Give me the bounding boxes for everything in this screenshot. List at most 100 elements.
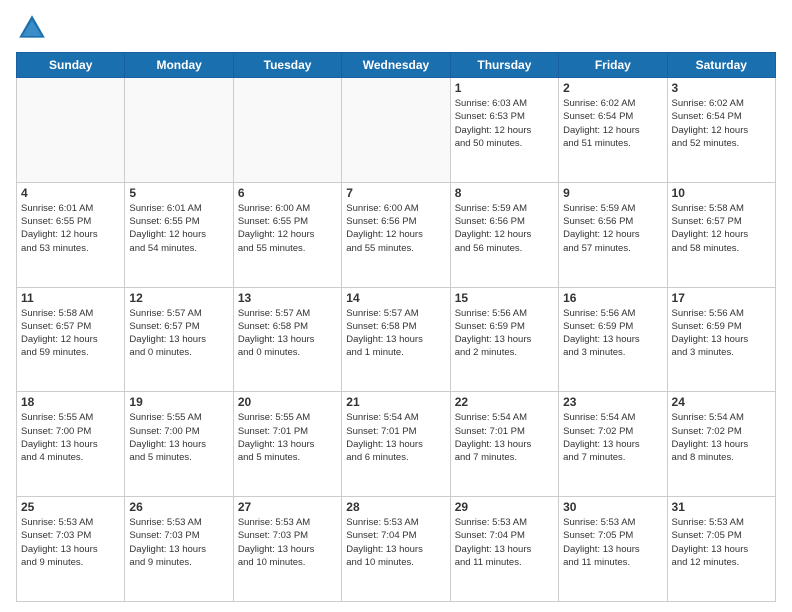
- day-number: 28: [346, 500, 445, 514]
- day-number: 13: [238, 291, 337, 305]
- calendar-cell: 19 Sunrise: 5:55 AM Sunset: 7:00 PM Dayli…: [125, 392, 233, 497]
- calendar-week-row: 25 Sunrise: 5:53 AM Sunset: 7:03 PM Dayli…: [17, 497, 776, 602]
- calendar-cell: 17 Sunrise: 5:56 AM Sunset: 6:59 PM Dayli…: [667, 287, 775, 392]
- calendar-cell: 3 Sunrise: 6:02 AM Sunset: 6:54 PM Daylig…: [667, 78, 775, 183]
- calendar-cell: 30 Sunrise: 5:53 AM Sunset: 7:05 PM Dayli…: [559, 497, 667, 602]
- calendar-cell: 23 Sunrise: 5:54 AM Sunset: 7:02 PM Dayli…: [559, 392, 667, 497]
- day-number: 21: [346, 395, 445, 409]
- day-number: 20: [238, 395, 337, 409]
- day-number: 27: [238, 500, 337, 514]
- calendar-cell: 14 Sunrise: 5:57 AM Sunset: 6:58 PM Dayli…: [342, 287, 450, 392]
- calendar-cell: 2Sunrise: 6:02 AM Sunset: 6:54 PM Daylig…: [559, 78, 667, 183]
- day-info: Sunrise: 5:53 AM Sunset: 7:03 PM Dayligh…: [238, 516, 337, 569]
- day-info: Sunrise: 5:59 AM Sunset: 6:56 PM Dayligh…: [455, 202, 554, 255]
- day-number: 18: [21, 395, 120, 409]
- calendar-cell: 29 Sunrise: 5:53 AM Sunset: 7:04 PM Dayli…: [450, 497, 558, 602]
- day-info: Sunrise: 6:02 AM Sunset: 6:54 PM Dayligh…: [672, 97, 771, 150]
- day-info: Sunrise: 5:57 AM Sunset: 6:58 PM Dayligh…: [346, 307, 445, 360]
- calendar-cell: 26Sunrise: 5:53 AM Sunset: 7:03 PM Dayli…: [125, 497, 233, 602]
- day-number: 22: [455, 395, 554, 409]
- weekday-header: Tuesday: [233, 53, 341, 78]
- day-info: Sunrise: 5:54 AM Sunset: 7:01 PM Dayligh…: [346, 411, 445, 464]
- calendar-cell: 5 Sunrise: 6:01 AM Sunset: 6:55 PM Daylig…: [125, 182, 233, 287]
- day-info: Sunrise: 5:55 AM Sunset: 7:01 PM Dayligh…: [238, 411, 337, 464]
- day-info: Sunrise: 6:00 AM Sunset: 6:55 PM Dayligh…: [238, 202, 337, 255]
- day-number: 3: [672, 81, 771, 95]
- day-info: Sunrise: 6:03 AM Sunset: 6:53 PM Dayligh…: [455, 97, 554, 150]
- day-number: 16: [563, 291, 662, 305]
- day-info: Sunrise: 5:54 AM Sunset: 7:02 PM Dayligh…: [563, 411, 662, 464]
- day-number: 14: [346, 291, 445, 305]
- page: SundayMondayTuesdayWednesdayThursdayFrid…: [0, 0, 792, 612]
- day-info: Sunrise: 5:53 AM Sunset: 7:05 PM Dayligh…: [563, 516, 662, 569]
- day-number: 1: [455, 81, 554, 95]
- calendar-cell: 10Sunrise: 5:58 AM Sunset: 6:57 PM Dayli…: [667, 182, 775, 287]
- calendar-cell: 13 Sunrise: 5:57 AM Sunset: 6:58 PM Dayli…: [233, 287, 341, 392]
- calendar-week-row: 11 Sunrise: 5:58 AM Sunset: 6:57 PM Dayli…: [17, 287, 776, 392]
- day-info: Sunrise: 5:53 AM Sunset: 7:04 PM Dayligh…: [346, 516, 445, 569]
- day-info: Sunrise: 5:55 AM Sunset: 7:00 PM Dayligh…: [129, 411, 228, 464]
- day-info: Sunrise: 5:56 AM Sunset: 6:59 PM Dayligh…: [455, 307, 554, 360]
- day-number: 23: [563, 395, 662, 409]
- calendar-cell: 21 Sunrise: 5:54 AM Sunset: 7:01 PM Dayli…: [342, 392, 450, 497]
- day-number: 12: [129, 291, 228, 305]
- weekday-header: Thursday: [450, 53, 558, 78]
- calendar-cell: 8 Sunrise: 5:59 AM Sunset: 6:56 PM Daylig…: [450, 182, 558, 287]
- weekday-header: Monday: [125, 53, 233, 78]
- calendar-cell: 7 Sunrise: 6:00 AM Sunset: 6:56 PM Daylig…: [342, 182, 450, 287]
- day-number: 5: [129, 186, 228, 200]
- header: [16, 12, 776, 44]
- calendar-cell: 11 Sunrise: 5:58 AM Sunset: 6:57 PM Dayli…: [17, 287, 125, 392]
- calendar-cell: 18 Sunrise: 5:55 AM Sunset: 7:00 PM Dayli…: [17, 392, 125, 497]
- calendar-cell: 4Sunrise: 6:01 AM Sunset: 6:55 PM Daylig…: [17, 182, 125, 287]
- day-number: 9: [563, 186, 662, 200]
- calendar-table: SundayMondayTuesdayWednesdayThursdayFrid…: [16, 52, 776, 602]
- weekday-header: Friday: [559, 53, 667, 78]
- day-info: Sunrise: 5:56 AM Sunset: 6:59 PM Dayligh…: [672, 307, 771, 360]
- day-info: Sunrise: 5:55 AM Sunset: 7:00 PM Dayligh…: [21, 411, 120, 464]
- day-number: 31: [672, 500, 771, 514]
- calendar-cell: 6 Sunrise: 6:00 AM Sunset: 6:55 PM Daylig…: [233, 182, 341, 287]
- calendar-cell: 12 Sunrise: 5:57 AM Sunset: 6:57 PM Dayli…: [125, 287, 233, 392]
- calendar-cell: [342, 78, 450, 183]
- day-info: Sunrise: 6:01 AM Sunset: 6:55 PM Dayligh…: [129, 202, 228, 255]
- day-number: 30: [563, 500, 662, 514]
- day-info: Sunrise: 6:02 AM Sunset: 6:54 PM Dayligh…: [563, 97, 662, 150]
- calendar-cell: [125, 78, 233, 183]
- calendar-cell: 16Sunrise: 5:56 AM Sunset: 6:59 PM Dayli…: [559, 287, 667, 392]
- day-number: 10: [672, 186, 771, 200]
- day-info: Sunrise: 5:58 AM Sunset: 6:57 PM Dayligh…: [21, 307, 120, 360]
- logo-icon: [16, 12, 48, 44]
- day-info: Sunrise: 5:57 AM Sunset: 6:58 PM Dayligh…: [238, 307, 337, 360]
- calendar-cell: 1 Sunrise: 6:03 AM Sunset: 6:53 PM Daylig…: [450, 78, 558, 183]
- day-number: 19: [129, 395, 228, 409]
- calendar-header-row: SundayMondayTuesdayWednesdayThursdayFrid…: [17, 53, 776, 78]
- day-number: 8: [455, 186, 554, 200]
- calendar-cell: 25Sunrise: 5:53 AM Sunset: 7:03 PM Dayli…: [17, 497, 125, 602]
- day-info: Sunrise: 5:57 AM Sunset: 6:57 PM Dayligh…: [129, 307, 228, 360]
- day-info: Sunrise: 5:59 AM Sunset: 6:56 PM Dayligh…: [563, 202, 662, 255]
- day-info: Sunrise: 6:00 AM Sunset: 6:56 PM Dayligh…: [346, 202, 445, 255]
- calendar-week-row: 1 Sunrise: 6:03 AM Sunset: 6:53 PM Daylig…: [17, 78, 776, 183]
- calendar-cell: 28 Sunrise: 5:53 AM Sunset: 7:04 PM Dayli…: [342, 497, 450, 602]
- day-number: 17: [672, 291, 771, 305]
- day-number: 6: [238, 186, 337, 200]
- day-info: Sunrise: 5:54 AM Sunset: 7:02 PM Dayligh…: [672, 411, 771, 464]
- day-number: 11: [21, 291, 120, 305]
- calendar-cell: 20 Sunrise: 5:55 AM Sunset: 7:01 PM Dayli…: [233, 392, 341, 497]
- calendar-cell: 24Sunrise: 5:54 AM Sunset: 7:02 PM Dayli…: [667, 392, 775, 497]
- day-number: 7: [346, 186, 445, 200]
- calendar-cell: [17, 78, 125, 183]
- day-number: 26: [129, 500, 228, 514]
- logo: [16, 12, 52, 44]
- day-number: 29: [455, 500, 554, 514]
- calendar-week-row: 4Sunrise: 6:01 AM Sunset: 6:55 PM Daylig…: [17, 182, 776, 287]
- calendar-week-row: 18 Sunrise: 5:55 AM Sunset: 7:00 PM Dayli…: [17, 392, 776, 497]
- day-number: 25: [21, 500, 120, 514]
- calendar-cell: 27 Sunrise: 5:53 AM Sunset: 7:03 PM Dayli…: [233, 497, 341, 602]
- calendar-cell: 22Sunrise: 5:54 AM Sunset: 7:01 PM Dayli…: [450, 392, 558, 497]
- day-info: Sunrise: 5:53 AM Sunset: 7:04 PM Dayligh…: [455, 516, 554, 569]
- calendar-cell: 15Sunrise: 5:56 AM Sunset: 6:59 PM Dayli…: [450, 287, 558, 392]
- weekday-header: Wednesday: [342, 53, 450, 78]
- weekday-header: Sunday: [17, 53, 125, 78]
